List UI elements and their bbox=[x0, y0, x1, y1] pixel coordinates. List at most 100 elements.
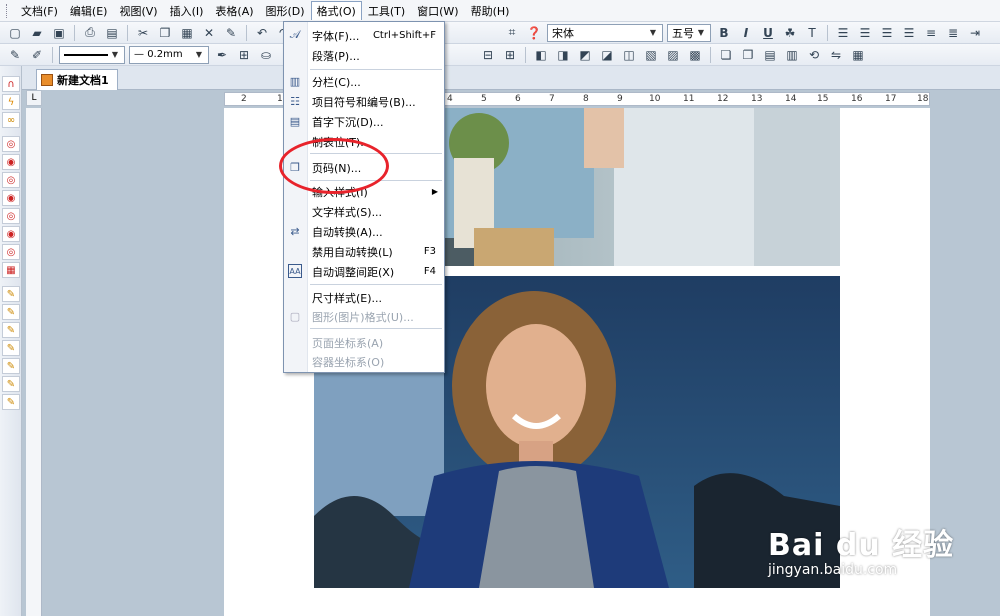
menu-insert[interactable]: 插入(I) bbox=[164, 1, 210, 21]
bullets-icon[interactable]: ≡ bbox=[922, 24, 940, 42]
menu-item-auto-spacing[interactable]: AA 自动调整间距(X) F4 bbox=[284, 262, 444, 281]
menu-window[interactable]: 窗口(W) bbox=[411, 1, 464, 21]
menu-item-label: 禁用自动转换(L) bbox=[312, 245, 393, 259]
menu-item-font[interactable]: 𝒜 字体(F)... Ctrl+Shift+F bbox=[284, 26, 444, 45]
justify-icon[interactable]: ☰ bbox=[900, 24, 918, 42]
pencil-6-icon[interactable]: ✎ bbox=[2, 376, 20, 392]
rotate-icon[interactable]: ⟲ bbox=[805, 46, 823, 64]
menu-table[interactable]: 表格(A) bbox=[209, 1, 259, 21]
columns-icon: ▥ bbox=[289, 74, 301, 88]
pencil-4-icon[interactable]: ✎ bbox=[2, 340, 20, 356]
copy-icon[interactable]: ❐ bbox=[156, 24, 174, 42]
print-preview-icon[interactable]: ▤ bbox=[103, 24, 121, 42]
cut-icon[interactable]: ✂ bbox=[134, 24, 152, 42]
pen-color-icon[interactable]: ✒ bbox=[213, 46, 231, 64]
align-objects-icon[interactable]: ▥ bbox=[783, 46, 801, 64]
line-grid-icon[interactable]: ⊞ bbox=[235, 46, 253, 64]
tool-8-icon[interactable]: ▦ bbox=[2, 262, 20, 278]
menu-item-bullets[interactable]: ☷ 项目符号和编号(B)... bbox=[284, 92, 444, 111]
menu-item-auto-convert[interactable]: ⇄ 自动转换(A)... bbox=[284, 222, 444, 241]
menu-edit[interactable]: 编辑(E) bbox=[64, 1, 114, 21]
help-icon[interactable]: ❓ bbox=[525, 24, 543, 42]
font-color-icon[interactable]: T bbox=[803, 24, 821, 42]
italic-button[interactable]: I bbox=[737, 24, 755, 42]
align-right-icon[interactable]: ☰ bbox=[878, 24, 896, 42]
shape4-icon[interactable]: ◪ bbox=[598, 46, 616, 64]
shape6-icon[interactable]: ▧ bbox=[642, 46, 660, 64]
font-size-select[interactable]: 五号 ▼ bbox=[667, 23, 711, 42]
menu-item-dropcap[interactable]: ▤ 首字下沉(D)... bbox=[284, 112, 444, 131]
highlight-icon[interactable]: ☘ bbox=[781, 24, 799, 42]
tool-3-icon[interactable]: ◎ bbox=[2, 172, 20, 188]
more-icon[interactable]: ▦ bbox=[849, 46, 867, 64]
save-icon[interactable]: ▣ bbox=[50, 24, 68, 42]
pencil-3-icon[interactable]: ✎ bbox=[2, 322, 20, 338]
chevron-down-icon: ▼ bbox=[195, 50, 203, 59]
shape3-icon[interactable]: ◩ bbox=[576, 46, 594, 64]
paste-icon[interactable]: ▦ bbox=[178, 24, 196, 42]
menu-format[interactable]: 格式(O) bbox=[310, 1, 362, 20]
open-icon[interactable]: ▰ bbox=[28, 24, 46, 42]
menu-document[interactable]: 文档(F) bbox=[15, 1, 64, 21]
link-icon[interactable]: ∞ bbox=[2, 112, 20, 128]
tool-6-icon[interactable]: ◉ bbox=[2, 226, 20, 242]
delete-icon[interactable]: ✕ bbox=[200, 24, 218, 42]
indent-icon[interactable]: ⇥ bbox=[966, 24, 984, 42]
menu-item-disable-auto-convert[interactable]: 禁用自动转换(L) F3 bbox=[284, 242, 444, 261]
menu-separator bbox=[310, 284, 442, 285]
arrange-icon[interactable]: ▤ bbox=[761, 46, 779, 64]
menu-item-dimension-style[interactable]: 尺寸样式(E)... bbox=[284, 288, 444, 307]
pencil-5-icon[interactable]: ✎ bbox=[2, 358, 20, 374]
fill-icon[interactable]: ⛀ bbox=[257, 46, 275, 64]
group-icon[interactable]: ❏ bbox=[717, 46, 735, 64]
shape2-icon[interactable]: ◨ bbox=[554, 46, 572, 64]
pencil-7-icon[interactable]: ✎ bbox=[2, 394, 20, 410]
layout-icon[interactable]: ⌗ bbox=[503, 24, 521, 42]
submenu-arrow-icon: ▶ bbox=[431, 187, 438, 196]
font-name-select[interactable]: 宋体 ▼ bbox=[547, 23, 663, 42]
menu-item-text-style[interactable]: 文字样式(S)... bbox=[284, 202, 444, 221]
line-width-select[interactable]: — 0.2mm ▼ bbox=[129, 45, 209, 64]
shape1-icon[interactable]: ◧ bbox=[532, 46, 550, 64]
flip-icon[interactable]: ⇋ bbox=[827, 46, 845, 64]
bold-button[interactable]: B bbox=[715, 24, 733, 42]
shape7-icon[interactable]: ▨ bbox=[664, 46, 682, 64]
menu-graphics[interactable]: 图形(D) bbox=[260, 1, 311, 21]
tab-document-1[interactable]: 新建文档1 bbox=[36, 69, 118, 90]
tool-5-icon[interactable]: ◎ bbox=[2, 208, 20, 224]
tool-7-icon[interactable]: ◎ bbox=[2, 244, 20, 260]
shape8-icon[interactable]: ▩ bbox=[686, 46, 704, 64]
table2-icon[interactable]: ⊞ bbox=[501, 46, 519, 64]
menu-item-label: 页面坐标系(A) bbox=[312, 336, 384, 350]
edit2-icon[interactable]: ✐ bbox=[28, 46, 46, 64]
format-painter-icon[interactable]: ✎ bbox=[222, 24, 240, 42]
menu-help[interactable]: 帮助(H) bbox=[465, 1, 516, 21]
tool-4-icon[interactable]: ◉ bbox=[2, 190, 20, 206]
pencil-1-icon[interactable]: ✎ bbox=[2, 286, 20, 302]
magnet-icon[interactable]: ∩ bbox=[2, 76, 20, 92]
menu-tools[interactable]: 工具(T) bbox=[362, 1, 411, 21]
menu-item-columns[interactable]: ▥ 分栏(C)... bbox=[284, 72, 444, 91]
menu-item-label: 自动转换(A)... bbox=[312, 225, 383, 239]
line-style-select[interactable]: ▼ bbox=[59, 45, 125, 64]
underline-button[interactable]: U bbox=[759, 24, 777, 42]
print-icon[interactable]: ⎙ bbox=[81, 24, 99, 42]
lightning-icon[interactable]: ϟ bbox=[2, 94, 20, 110]
tool-2-icon[interactable]: ◉ bbox=[2, 154, 20, 170]
table-icon[interactable]: ⊟ bbox=[479, 46, 497, 64]
chevron-down-icon: ▼ bbox=[111, 50, 119, 59]
menu-item-paragraph[interactable]: 段落(P)... bbox=[284, 46, 444, 65]
undo-icon[interactable]: ↶ bbox=[253, 24, 271, 42]
tool-1-icon[interactable]: ◎ bbox=[2, 136, 20, 152]
ungroup-icon[interactable]: ❐ bbox=[739, 46, 757, 64]
numbering-icon[interactable]: ≣ bbox=[944, 24, 962, 42]
pencil-2-icon[interactable]: ✎ bbox=[2, 304, 20, 320]
shape5-icon[interactable]: ◫ bbox=[620, 46, 638, 64]
ruler-tick: 2 bbox=[241, 94, 247, 104]
menu-view[interactable]: 视图(V) bbox=[113, 1, 163, 21]
align-left-icon[interactable]: ☰ bbox=[834, 24, 852, 42]
edit-icon[interactable]: ✎ bbox=[6, 46, 24, 64]
ruler-corner[interactable]: L bbox=[26, 90, 42, 106]
align-center-icon[interactable]: ☰ bbox=[856, 24, 874, 42]
new-icon[interactable]: ▢ bbox=[6, 24, 24, 42]
